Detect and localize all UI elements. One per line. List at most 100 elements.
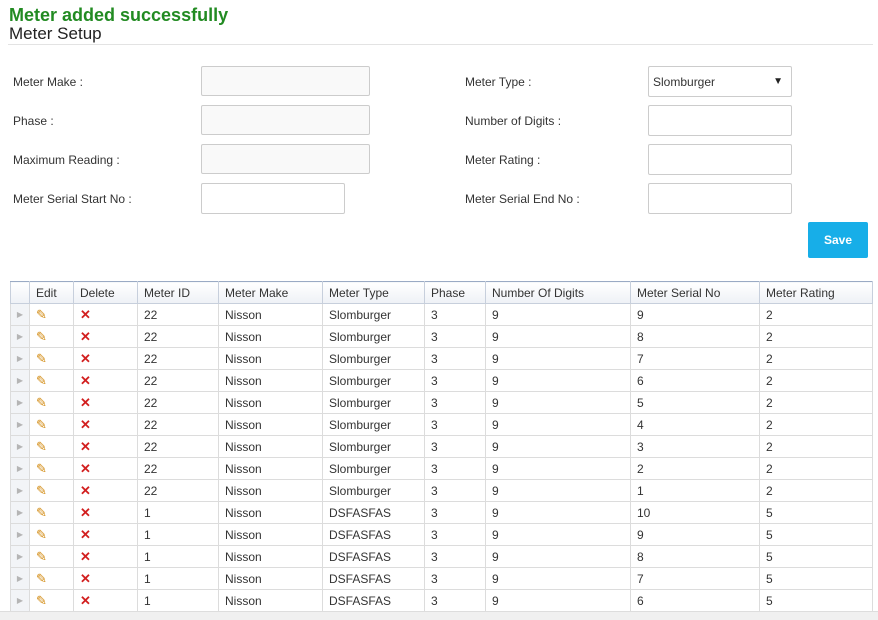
num-digits-input[interactable] <box>648 105 792 136</box>
meter-make-input[interactable] <box>201 66 370 96</box>
column-header-meter-id[interactable]: Meter ID <box>137 281 219 304</box>
pencil-icon[interactable]: ✎ <box>36 461 47 477</box>
delete-x-icon[interactable]: ✕ <box>80 329 91 345</box>
expand-arrow-icon[interactable]: ▶ <box>10 325 30 348</box>
pencil-icon[interactable]: ✎ <box>36 351 47 367</box>
num-digits-cell: 9 <box>485 325 631 348</box>
expand-arrow-icon[interactable]: ▶ <box>10 523 30 546</box>
expand-arrow-icon[interactable]: ▶ <box>10 303 30 326</box>
column-header-phase[interactable]: Phase <box>424 281 486 304</box>
meter-make-label: Meter Make : <box>13 75 84 89</box>
delete-x-icon[interactable]: ✕ <box>80 505 91 521</box>
meter-type-cell: DSFASFAS <box>322 523 425 546</box>
delete-x-icon[interactable]: ✕ <box>80 527 91 543</box>
table-row[interactable]: ▶ ✎ ✕ 1 Nisson DSFASFAS 3 9 7 5 <box>10 567 873 590</box>
serial-no-cell: 3 <box>630 435 760 458</box>
meter-type-select[interactable]: Slomburger ▼ <box>648 66 792 97</box>
pencil-icon[interactable]: ✎ <box>36 549 47 565</box>
column-header-delete[interactable]: Delete <box>73 281 138 304</box>
rating-cell: 2 <box>759 369 873 392</box>
rating-cell: 5 <box>759 501 873 524</box>
delete-cell: ✕ <box>73 589 138 612</box>
expand-arrow-icon[interactable]: ▶ <box>10 545 30 568</box>
delete-x-icon[interactable]: ✕ <box>80 461 91 477</box>
table-row[interactable]: ▶ ✎ ✕ 22 Nisson Slomburger 3 9 3 2 <box>10 435 873 458</box>
delete-x-icon[interactable]: ✕ <box>80 571 91 587</box>
pencil-icon[interactable]: ✎ <box>36 307 47 323</box>
meter-id-cell: 22 <box>137 303 219 326</box>
delete-x-icon[interactable]: ✕ <box>80 483 91 499</box>
serial-no-cell: 9 <box>630 523 760 546</box>
delete-cell: ✕ <box>73 501 138 524</box>
pencil-icon[interactable]: ✎ <box>36 439 47 455</box>
delete-x-icon[interactable]: ✕ <box>80 417 91 433</box>
phase-cell: 3 <box>424 479 486 502</box>
expand-arrow-icon[interactable]: ▶ <box>10 347 30 370</box>
meter-make-cell: Nisson <box>218 391 323 414</box>
column-header-number-of-digits[interactable]: Number Of Digits <box>485 281 631 304</box>
serial-start-input[interactable] <box>201 183 345 214</box>
table-row[interactable]: ▶ ✎ ✕ 1 Nisson DSFASFAS 3 9 10 5 <box>10 501 873 524</box>
expand-arrow-icon[interactable]: ▶ <box>10 369 30 392</box>
num-digits-cell: 9 <box>485 347 631 370</box>
num-digits-cell: 9 <box>485 479 631 502</box>
table-row[interactable]: ▶ ✎ ✕ 22 Nisson Slomburger 3 9 1 2 <box>10 479 873 502</box>
delete-x-icon[interactable]: ✕ <box>80 307 91 323</box>
phase-cell: 3 <box>424 589 486 612</box>
column-header-edit[interactable]: Edit <box>29 281 74 304</box>
delete-x-icon[interactable]: ✕ <box>80 395 91 411</box>
column-header-meter-serial-no[interactable]: Meter Serial No <box>630 281 760 304</box>
table-row[interactable]: ▶ ✎ ✕ 1 Nisson DSFASFAS 3 9 6 5 <box>10 589 873 612</box>
max-reading-label: Maximum Reading : <box>13 153 120 167</box>
table-row[interactable]: ▶ ✎ ✕ 22 Nisson Slomburger 3 9 2 2 <box>10 457 873 480</box>
delete-x-icon[interactable]: ✕ <box>80 439 91 455</box>
delete-x-icon[interactable]: ✕ <box>80 373 91 389</box>
table-row[interactable]: ▶ ✎ ✕ 22 Nisson Slomburger 3 9 9 2 <box>10 303 873 326</box>
expand-arrow-icon[interactable]: ▶ <box>10 589 30 612</box>
expand-arrow-icon[interactable]: ▶ <box>10 501 30 524</box>
edit-cell: ✎ <box>29 325 74 348</box>
phase-input[interactable] <box>201 105 370 135</box>
max-reading-input[interactable] <box>201 144 370 174</box>
pencil-icon[interactable]: ✎ <box>36 505 47 521</box>
pencil-icon[interactable]: ✎ <box>36 395 47 411</box>
column-header-meter-type[interactable]: Meter Type <box>322 281 425 304</box>
table-row[interactable]: ▶ ✎ ✕ 1 Nisson DSFASFAS 3 9 8 5 <box>10 545 873 568</box>
table-row[interactable]: ▶ ✎ ✕ 22 Nisson Slomburger 3 9 5 2 <box>10 391 873 414</box>
table-row[interactable]: ▶ ✎ ✕ 1 Nisson DSFASFAS 3 9 9 5 <box>10 523 873 546</box>
edit-cell: ✎ <box>29 457 74 480</box>
pencil-icon[interactable]: ✎ <box>36 373 47 389</box>
expand-arrow-icon[interactable]: ▶ <box>10 413 30 436</box>
rating-cell: 2 <box>759 479 873 502</box>
pencil-icon[interactable]: ✎ <box>36 571 47 587</box>
column-header-meter-make[interactable]: Meter Make <box>218 281 323 304</box>
table-row[interactable]: ▶ ✎ ✕ 22 Nisson Slomburger 3 9 6 2 <box>10 369 873 392</box>
table-row[interactable]: ▶ ✎ ✕ 22 Nisson Slomburger 3 9 7 2 <box>10 347 873 370</box>
expand-arrow-icon[interactable]: ▶ <box>10 479 30 502</box>
pencil-icon[interactable]: ✎ <box>36 483 47 499</box>
pencil-icon[interactable]: ✎ <box>36 329 47 345</box>
expand-arrow-icon[interactable]: ▶ <box>10 391 30 414</box>
num-digits-cell: 9 <box>485 545 631 568</box>
phase-cell: 3 <box>424 523 486 546</box>
save-button[interactable]: Save <box>808 222 868 258</box>
table-row[interactable]: ▶ ✎ ✕ 22 Nisson Slomburger 3 9 8 2 <box>10 325 873 348</box>
delete-x-icon[interactable]: ✕ <box>80 351 91 367</box>
delete-cell: ✕ <box>73 457 138 480</box>
expand-arrow-icon[interactable]: ▶ <box>10 435 30 458</box>
column-header-meter-rating[interactable]: Meter Rating <box>759 281 873 304</box>
pencil-icon[interactable]: ✎ <box>36 527 47 543</box>
delete-cell: ✕ <box>73 369 138 392</box>
meter-make-cell: Nisson <box>218 347 323 370</box>
meter-rating-input[interactable] <box>648 144 792 175</box>
pencil-icon[interactable]: ✎ <box>36 417 47 433</box>
expand-arrow-icon[interactable]: ▶ <box>10 457 30 480</box>
delete-x-icon[interactable]: ✕ <box>80 549 91 565</box>
serial-end-label: Meter Serial End No : <box>465 192 580 206</box>
serial-end-input[interactable] <box>648 183 792 214</box>
meter-id-cell: 1 <box>137 523 219 546</box>
expand-arrow-icon[interactable]: ▶ <box>10 567 30 590</box>
table-row[interactable]: ▶ ✎ ✕ 22 Nisson Slomburger 3 9 4 2 <box>10 413 873 436</box>
delete-x-icon[interactable]: ✕ <box>80 593 91 609</box>
pencil-icon[interactable]: ✎ <box>36 593 47 609</box>
